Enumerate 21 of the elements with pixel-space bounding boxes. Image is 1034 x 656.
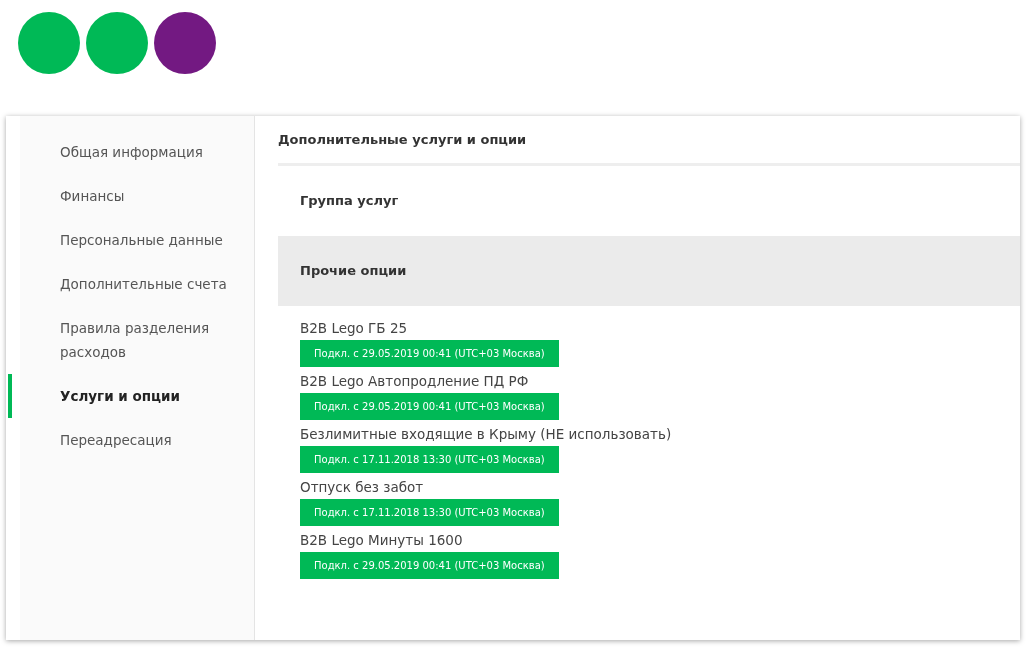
status-badge: Подкл. с 17.11.2018 13:30 (UTC+03 Москва) bbox=[300, 445, 559, 473]
sidebar-item[interactable]: Финансы bbox=[20, 174, 254, 218]
sidebar-item[interactable]: Правила разделения расходов bbox=[20, 306, 254, 374]
status-badge: Подкл. с 29.05.2019 00:41 (UTC+03 Москва) bbox=[300, 551, 559, 579]
sidebar-item[interactable]: Переадресация bbox=[20, 418, 254, 462]
group-tab[interactable]: Группа услуг bbox=[278, 165, 1020, 236]
selection-indicator bbox=[8, 374, 12, 418]
status-badge: Подкл. с 29.05.2019 00:41 (UTC+03 Москва) bbox=[300, 339, 559, 367]
option-name: B2B Lego ГБ 25 bbox=[300, 318, 409, 338]
option-name: B2B Lego Автопродление ПД РФ bbox=[300, 371, 530, 391]
sidebar-item[interactable]: Общая информация bbox=[20, 130, 254, 174]
sidebar-item[interactable]: Персональные данные bbox=[20, 218, 254, 262]
status-badge: Подкл. с 17.11.2018 13:30 (UTC+03 Москва) bbox=[300, 498, 559, 526]
option-name: B2B Lego Минуты 1600 bbox=[300, 530, 464, 550]
status-badge: Подкл. с 29.05.2019 00:41 (UTC+03 Москва) bbox=[300, 392, 559, 420]
section-title: Дополнительные услуги и опции bbox=[278, 116, 1020, 166]
option-name: Отпуск без забот bbox=[300, 477, 425, 497]
sidebar-item[interactable]: Услуги и опции bbox=[20, 374, 254, 418]
group-tab[interactable]: Прочие опции bbox=[278, 235, 1020, 306]
option-name: Безлимитные входящие в Крыму (НЕ использовать) bbox=[300, 424, 673, 444]
sidebar-item[interactable]: Дополнительные счета bbox=[20, 262, 254, 306]
